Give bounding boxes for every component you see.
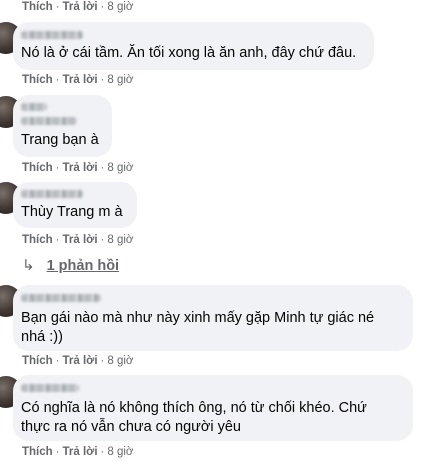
comment-text: Thùy Trang m à [21, 204, 123, 220]
like-link[interactable]: Thích [22, 162, 53, 174]
like-link[interactable]: Thích [22, 74, 53, 86]
comment-bubble: Có nghĩa là nó không thích ông, nó từ ch… [13, 375, 413, 441]
comment-text: Bạn gái nào mà như này xinh mấy gặp Minh… [21, 310, 375, 345]
comment-actions: Thích · Trả lời · 8 giờ [22, 234, 134, 246]
reply-link[interactable]: Trả lời [63, 446, 98, 458]
comment-time[interactable]: 8 giờ [107, 1, 133, 13]
comment-time[interactable]: 8 giờ [107, 74, 133, 86]
comment-actions: Thích · Trả lời · 8 giờ [22, 162, 134, 174]
commenter-name-redacted[interactable] [21, 31, 83, 39]
reply-link[interactable]: Trả lời [63, 234, 98, 246]
reply-link[interactable]: Trả lời [63, 1, 98, 13]
comment-time[interactable]: 8 giờ [107, 446, 133, 458]
comment-actions: Thích · Trả lời · 8 giờ [22, 355, 134, 367]
commenter-name-redacted[interactable] [21, 294, 101, 302]
comment-text: Nó là ở cái tầm. Ăn tối xong là ăn anh, … [21, 45, 357, 61]
comment-bubble: Bạn gái nào mà như này xinh mấy gặp Minh… [13, 285, 413, 351]
reply-arrow-icon: ↳ [22, 257, 35, 274]
comment-bubble: Trang bạn à [13, 95, 112, 157]
comment-bubble: Thùy Trang m à [13, 182, 137, 228]
comment-time[interactable]: 8 giờ [107, 355, 133, 367]
like-link[interactable]: Thích [22, 1, 53, 13]
commenter-name-redacted[interactable] [21, 103, 47, 111]
view-replies-label[interactable]: 1 phản hồi [47, 258, 120, 274]
like-link[interactable]: Thích [22, 234, 53, 246]
comment-time[interactable]: 8 giờ [107, 234, 133, 246]
commenter-name-redacted[interactable] [21, 190, 83, 198]
commenter-name-redacted[interactable] [21, 384, 79, 392]
like-link[interactable]: Thích [22, 355, 53, 367]
commenter-name-redacted[interactable] [21, 117, 77, 125]
comment-time[interactable]: 8 giờ [107, 162, 133, 174]
reply-link[interactable]: Trả lời [63, 162, 98, 174]
comment-text: Trang bạn à [21, 132, 99, 148]
reply-link[interactable]: Trả lời [63, 355, 98, 367]
comment-actions: Thích · Trả lời · 8 giờ [22, 446, 134, 458]
view-replies-link[interactable]: ↳ 1 phản hồi [22, 256, 119, 274]
comment-actions: Thích · Trả lời · 8 giờ [22, 74, 134, 86]
reply-link[interactable]: Trả lời [63, 74, 98, 86]
comment-text: Có nghĩa là nó không thích ông, nó từ ch… [21, 400, 367, 435]
comment-actions: Thích · Trả lời · 8 giờ [22, 1, 134, 13]
like-link[interactable]: Thích [22, 446, 53, 458]
comment-bubble: Nó là ở cái tầm. Ăn tối xong là ăn anh, … [13, 22, 374, 70]
